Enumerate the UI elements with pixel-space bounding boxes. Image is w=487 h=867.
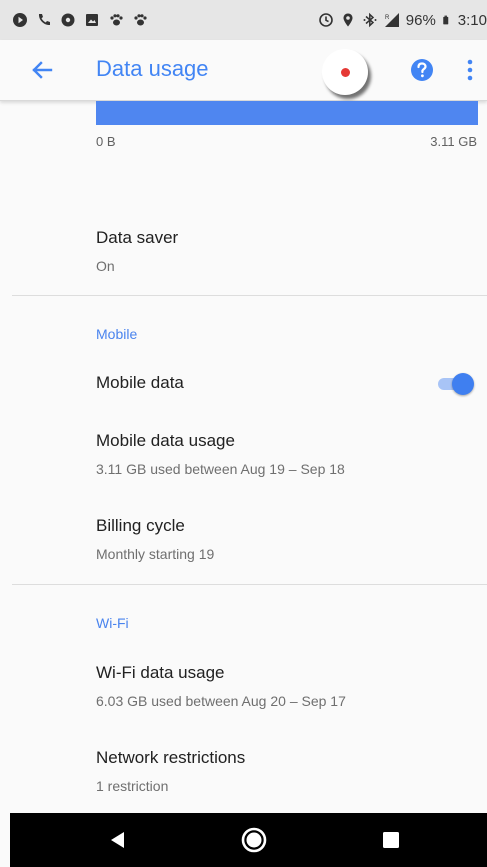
paw-icon xyxy=(110,14,123,26)
help-icon xyxy=(411,59,433,81)
image-icon xyxy=(86,14,98,26)
nav-home-button[interactable] xyxy=(224,813,284,867)
mobile-data-toggle[interactable] xyxy=(438,373,476,395)
nav-home-icon xyxy=(241,827,267,853)
network-restrictions-title: Network restrictions xyxy=(96,748,246,767)
nav-recents-icon xyxy=(383,832,399,848)
battery-icon xyxy=(443,15,449,25)
status-bar: R 96% 3:10 xyxy=(0,0,487,40)
billing-cycle-subtitle: Monthly starting 19 xyxy=(96,546,215,562)
arrow-back-icon xyxy=(32,61,53,79)
mobile-data-title: Mobile data xyxy=(96,373,184,392)
billing-cycle-item[interactable]: Billing cycle Monthly starting 19 xyxy=(96,516,214,562)
network-restrictions-subtitle: 1 restriction xyxy=(96,778,169,794)
page-title: Data usage xyxy=(96,56,209,81)
help-button[interactable] xyxy=(409,57,435,83)
toggle-thumb xyxy=(452,373,474,395)
app-bar: Data usage xyxy=(0,40,487,101)
nav-back-button[interactable] xyxy=(88,813,148,867)
usage-max-label: 3.11 GB xyxy=(430,134,477,149)
media-icon xyxy=(61,13,75,27)
mobile-data-usage-subtitle: 3.11 GB used between Aug 19 – Sep 18 xyxy=(96,461,345,477)
record-dot-icon xyxy=(340,67,350,77)
data-saver-item[interactable]: Data saver On xyxy=(96,228,178,274)
data-saver-title: Data saver xyxy=(96,228,179,247)
wifi-data-usage-item[interactable]: Wi-Fi data usage 6.03 GB used between Au… xyxy=(96,663,346,709)
mobile-data-usage-title: Mobile data usage xyxy=(96,431,235,450)
bluetooth-icon xyxy=(363,12,377,28)
wifi-data-usage-subtitle: 6.03 GB used between Aug 20 – Sep 17 xyxy=(96,693,346,709)
network-restrictions-item[interactable]: Network restrictions 1 restriction xyxy=(96,748,245,794)
play-icon xyxy=(13,13,27,27)
wifi-data-usage-title: Wi-Fi data usage xyxy=(96,663,225,682)
back-button[interactable] xyxy=(26,54,58,86)
location-icon xyxy=(343,13,353,27)
divider xyxy=(12,584,487,585)
phone-icon xyxy=(38,14,50,26)
status-bar-right: R 96% 3:10 xyxy=(318,12,487,29)
clock: 3:10 xyxy=(457,11,487,29)
usage-min-label: 0 B xyxy=(96,134,116,149)
paw-icon xyxy=(134,14,147,26)
status-bar-left xyxy=(12,12,148,28)
more-vert-icon xyxy=(467,59,473,81)
mobile-data-usage-item[interactable]: Mobile data usage 3.11 GB used between A… xyxy=(96,431,345,477)
sync-icon xyxy=(318,13,333,27)
mobile-data-item[interactable]: Mobile data xyxy=(96,373,426,393)
more-options-button[interactable] xyxy=(464,56,476,84)
billing-cycle-title: Billing cycle xyxy=(96,516,185,535)
svg-text:R: R xyxy=(385,15,390,21)
data-saver-status: On xyxy=(96,258,115,274)
screen-record-button[interactable] xyxy=(322,49,368,95)
battery-percent: 96% xyxy=(405,11,436,29)
divider xyxy=(12,295,487,296)
nav-back-icon xyxy=(111,832,124,848)
usage-bar xyxy=(96,101,478,125)
nav-recents-button[interactable] xyxy=(361,813,421,867)
navigation-bar xyxy=(10,813,487,867)
section-header-mobile: Mobile xyxy=(96,326,138,342)
section-header-wifi: Wi-Fi xyxy=(96,615,129,631)
signal-icon: R xyxy=(384,13,399,27)
